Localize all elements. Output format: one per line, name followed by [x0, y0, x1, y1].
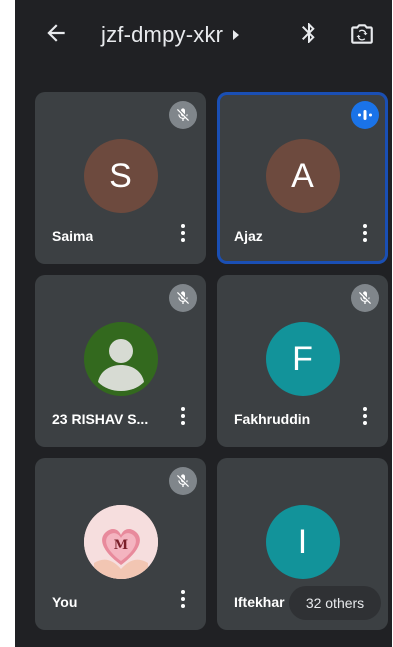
chevron-right-icon [233, 30, 240, 40]
avatar-initial: S [109, 156, 132, 195]
top-bar: jzf-dmpy-xkr [15, 0, 392, 72]
more-options-icon[interactable] [360, 224, 370, 246]
avatar: F [265, 322, 340, 396]
more-options-icon[interactable] [178, 590, 188, 612]
avatar: A [265, 139, 340, 213]
participant-tile-rishav[interactable]: 23 RISHAV S... [35, 275, 206, 447]
avatar-initial: M [113, 538, 127, 553]
heart-hands-image: M [83, 505, 158, 579]
participant-name: Ajaz [234, 228, 263, 244]
more-options-icon[interactable] [178, 407, 188, 429]
mic-off-icon [351, 284, 379, 312]
avatar: I [265, 505, 340, 579]
participant-name: Saima [52, 228, 94, 244]
person-icon [97, 339, 144, 391]
more-options-icon[interactable] [178, 224, 188, 246]
profile-photo-avatar: M [83, 505, 158, 579]
avatar-initial: F [292, 339, 313, 378]
others-label: 32 others [305, 595, 365, 611]
avatar-initial: A [291, 156, 314, 195]
avatar [83, 322, 158, 396]
participant-name: Fakhruddin [234, 411, 311, 427]
participant-tile-fakhruddin[interactable]: F Fakhruddin [217, 275, 388, 447]
participant-tile-you[interactable]: M You [35, 458, 206, 630]
bluetooth-icon[interactable] [297, 20, 321, 46]
back-arrow-icon[interactable] [43, 20, 69, 46]
switch-camera-icon[interactable] [349, 21, 375, 47]
others-count-chip[interactable]: 32 others [289, 586, 381, 620]
participant-name: 23 RISHAV S... [52, 411, 149, 427]
more-options-icon[interactable] [360, 407, 370, 429]
avatar: S [83, 139, 158, 213]
participant-name: You [52, 594, 78, 610]
participant-tile-ajaz[interactable]: A Ajaz [217, 92, 388, 264]
participant-name: Iftekhar [234, 594, 285, 610]
meeting-title[interactable]: jzf-dmpy-xkr [101, 22, 240, 48]
meet-screen: jzf-dmpy-xkr S Saima A Ajaz 23 RISHAV S.… [15, 0, 392, 647]
mic-off-icon [169, 467, 197, 495]
speaking-indicator-icon [351, 101, 379, 129]
meeting-code: jzf-dmpy-xkr [101, 22, 224, 47]
participant-tile-saima[interactable]: S Saima [35, 92, 206, 264]
mic-off-icon [169, 101, 197, 129]
avatar-initial: I [297, 522, 308, 561]
mic-off-icon [169, 284, 197, 312]
